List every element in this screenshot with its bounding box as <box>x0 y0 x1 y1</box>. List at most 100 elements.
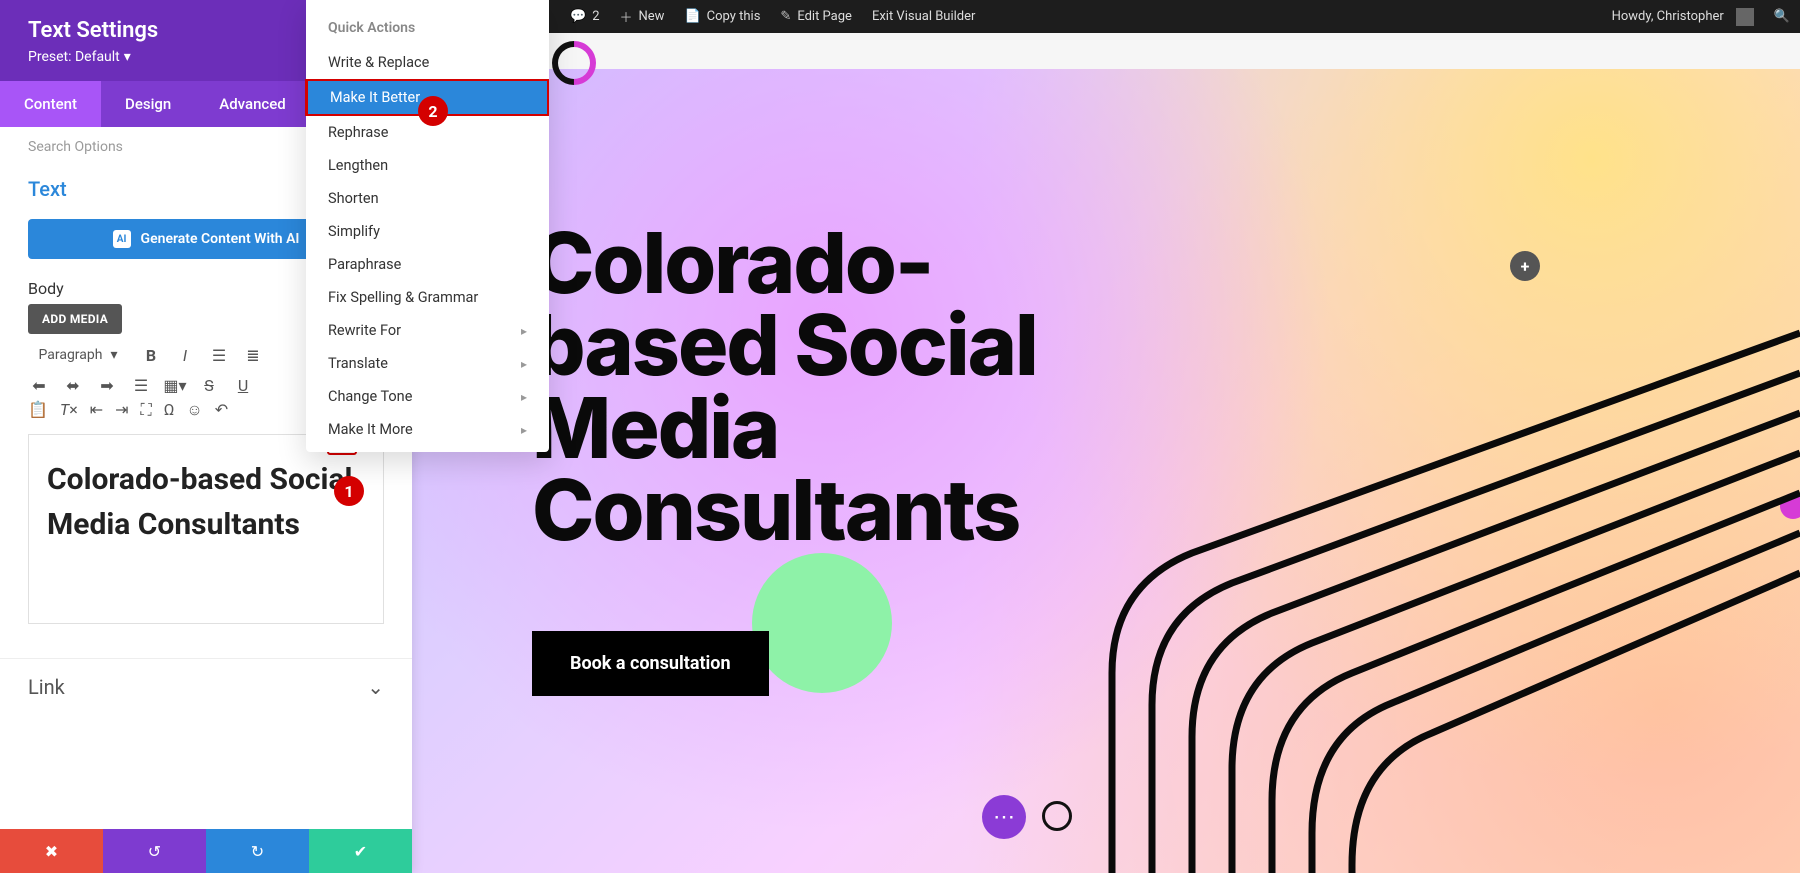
rich-text-editor[interactable]: AI Colorado-based Social Media Consultan… <box>28 434 384 624</box>
quick-action-item[interactable]: Simplify <box>306 215 549 248</box>
annotation-callout-1: 1 <box>334 476 364 506</box>
check-icon: ✔ <box>354 842 367 861</box>
outdent-button[interactable]: ⇤ <box>90 400 103 420</box>
paste-button[interactable]: 📋 <box>28 400 48 420</box>
admin-new[interactable]: ＋ New <box>610 0 675 33</box>
redo-icon: ↻ <box>251 842 264 861</box>
search-options[interactable]: Search Options <box>28 139 123 155</box>
quick-actions-menu[interactable]: Quick Actions Write & Replace Make It Bet… <box>306 0 549 452</box>
admin-search[interactable]: 🔍 <box>1764 0 1800 33</box>
special-char-button[interactable]: Ω <box>164 400 175 420</box>
undo-button[interactable]: ↶ <box>215 400 228 420</box>
pencil-icon: ✎ <box>780 9 791 24</box>
table-button[interactable]: ▦▾ <box>164 374 186 396</box>
quick-action-item[interactable]: Translate ▸ <box>306 347 549 380</box>
decorative-ring <box>1042 801 1072 831</box>
chevron-right-icon: ▸ <box>521 423 527 437</box>
quick-action-item[interactable]: Change Tone▸ <box>306 380 549 413</box>
quick-action-label: Make It Better <box>330 89 420 106</box>
preset-dropdown[interactable]: Preset: Default ▾ <box>28 49 131 65</box>
add-media-button[interactable]: ADD MEDIA <box>28 304 122 334</box>
quick-action-item[interactable]: Make It More ▸ <box>306 413 549 446</box>
paragraph-select[interactable]: Paragraph ▾ <box>28 344 128 366</box>
new-label: New <box>639 9 665 24</box>
generate-ai-label: Generate Content With AI <box>141 231 300 247</box>
copy-icon: 📄 <box>684 9 700 24</box>
quick-action-label: Change Tone <box>328 388 412 405</box>
quick-action-label: Lengthen <box>328 157 388 174</box>
strike-button[interactable]: S <box>198 374 220 396</box>
ul-button[interactable]: ☰ <box>208 344 230 366</box>
save-button[interactable]: ✔ <box>309 829 412 873</box>
ellipsis-icon: ⋯ <box>993 805 1015 830</box>
underline-button[interactable]: U <box>232 374 254 396</box>
close-icon: ✖ <box>45 842 58 861</box>
quick-action-label: Shorten <box>328 190 379 207</box>
add-section-button[interactable]: + <box>1510 251 1540 281</box>
comments-count: 2 <box>592 9 599 24</box>
admin-edit-page[interactable]: ✎ Edit Page <box>770 0 862 33</box>
tab-content[interactable]: Content <box>0 81 101 127</box>
chevron-down-icon: ▾ <box>110 347 117 363</box>
emoji-button[interactable]: ☺ <box>186 400 202 420</box>
page-headline[interactable]: Colorado-based Social Media Consultants <box>532 223 1172 552</box>
quick-actions-header: Quick Actions <box>306 12 549 46</box>
quick-action-label: Translate <box>328 355 388 372</box>
fullscreen-button[interactable]: ⛶ <box>141 400 152 420</box>
decorative-green-circle <box>752 553 892 693</box>
plus-icon: + <box>1521 257 1530 276</box>
quick-action-label: Rewrite For <box>328 322 401 339</box>
link-label: Link <box>28 675 65 699</box>
chevron-right-icon: ▸ <box>521 357 527 371</box>
admin-copy[interactable]: 📄 Copy this <box>674 0 770 33</box>
align-right-button[interactable]: ➡ <box>96 374 118 396</box>
quick-action-item[interactable]: Lengthen <box>306 149 549 182</box>
greeting-text: Howdy, Christopher <box>1612 9 1724 24</box>
plus-icon: ＋ <box>620 7 633 26</box>
annotation-callout-2: 2 <box>418 96 448 126</box>
quick-action-label: Paraphrase <box>328 256 401 273</box>
link-section[interactable]: Link ⌄ <box>0 658 412 715</box>
panel-undo-button[interactable]: ↺ <box>103 829 206 873</box>
exit-visual-builder[interactable]: Exit Visual Builder <box>862 0 985 33</box>
bold-button[interactable]: B <box>140 344 162 366</box>
quick-action-item[interactable]: Write & Replace <box>306 46 549 79</box>
clear-format-button[interactable]: T× <box>60 400 78 420</box>
quick-action-label: Rephrase <box>328 124 388 141</box>
quick-action-label: Fix Spelling & Grammar <box>328 289 478 306</box>
decorative-magenta-dot <box>1780 493 1800 519</box>
quick-action-label: Simplify <box>328 223 380 240</box>
editor-content[interactable]: Colorado-based Social Media Consultants <box>47 457 365 547</box>
align-center-button[interactable]: ⬌ <box>62 374 84 396</box>
avatar <box>1736 8 1754 26</box>
chevron-down-icon: ▾ <box>124 49 131 65</box>
paragraph-label: Paragraph <box>38 347 102 363</box>
align-left-button[interactable]: ⬅ <box>28 374 50 396</box>
ol-button[interactable]: ≣ <box>242 344 264 366</box>
admin-comments[interactable]: 💬 2 <box>560 0 610 33</box>
quick-action-item[interactable]: Shorten <box>306 182 549 215</box>
quick-action-label: Make It More <box>328 421 413 438</box>
indent-button[interactable]: ⇥ <box>115 400 128 420</box>
panel-redo-button[interactable]: ↻ <box>206 829 309 873</box>
canvas-topstrip <box>412 33 1800 69</box>
copy-label: Copy this <box>707 9 761 24</box>
quick-action-item[interactable]: Paraphrase <box>306 248 549 281</box>
chevron-right-icon: ▸ <box>521 324 527 338</box>
tab-design[interactable]: Design <box>101 81 195 127</box>
tab-advanced[interactable]: Advanced <box>195 81 309 127</box>
builder-fab[interactable]: ⋯ <box>982 795 1026 839</box>
cta-button[interactable]: Book a consultation <box>532 631 769 696</box>
italic-button[interactable]: I <box>174 344 196 366</box>
exit-vb-label: Exit Visual Builder <box>872 9 975 24</box>
quick-action-label: Write & Replace <box>328 54 429 71</box>
quick-action-item[interactable]: Rewrite For ▸ <box>306 314 549 347</box>
align-justify-button[interactable]: ☰ <box>130 374 152 396</box>
undo-icon: ↺ <box>148 842 161 861</box>
quick-action-item[interactable]: Fix Spelling & Grammar <box>306 281 549 314</box>
admin-greeting[interactable]: Howdy, Christopher <box>1602 0 1764 33</box>
search-icon: 🔍 <box>1774 9 1790 24</box>
comment-icon: 💬 <box>570 9 586 24</box>
edit-page-label: Edit Page <box>797 9 852 24</box>
cancel-button[interactable]: ✖ <box>0 829 103 873</box>
